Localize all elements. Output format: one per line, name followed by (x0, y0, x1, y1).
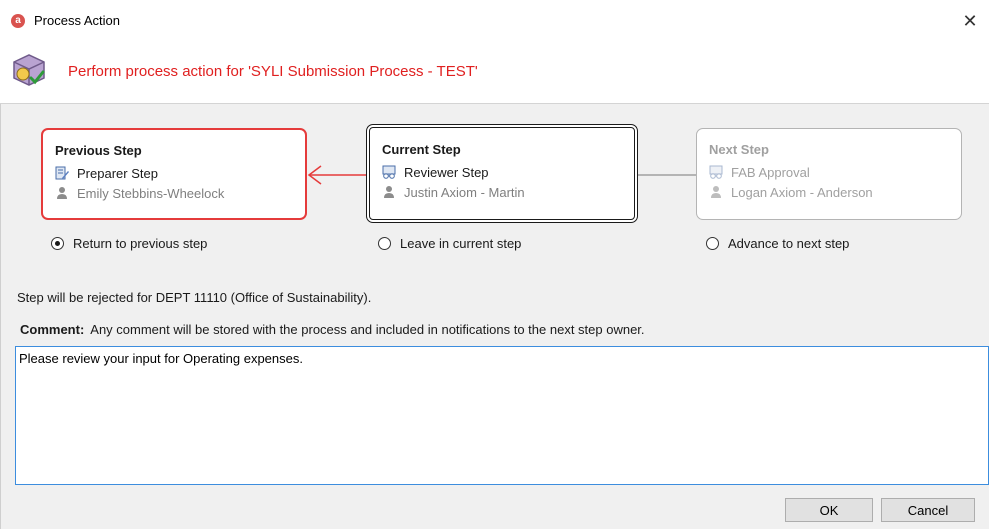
comment-label-row: Comment: Any comment will be stored with … (20, 322, 645, 337)
advance-radio[interactable] (706, 237, 719, 250)
previous-step-heading: Previous Step (55, 143, 142, 158)
previous-step-user-row: Emily Stebbins-Wheelock (55, 183, 305, 203)
previous-step-name-row: Preparer Step (55, 163, 305, 183)
edit-document-icon (55, 166, 69, 180)
leave-option-label: Leave in current step (400, 236, 522, 251)
ok-button[interactable]: OK (785, 498, 873, 522)
comment-label: Comment: (20, 322, 85, 337)
user-icon (57, 187, 67, 199)
back-arrow-connector (307, 165, 366, 185)
comment-hint: Any comment will be stored with the proc… (90, 322, 645, 337)
cancel-button[interactable]: Cancel (881, 498, 975, 522)
return-option[interactable]: Return to previous step (51, 236, 207, 251)
user-icon (711, 186, 721, 198)
process-action-icon (13, 54, 45, 86)
user-icon (384, 186, 394, 198)
current-step-heading: Current Step (382, 142, 461, 157)
leave-radio[interactable] (378, 237, 391, 250)
current-step-name-row: Reviewer Step (382, 162, 634, 182)
current-step-name: Reviewer Step (404, 164, 489, 180)
leave-option[interactable]: Leave in current step (378, 236, 521, 251)
next-step-name-row: FAB Approval (709, 162, 961, 182)
return-radio[interactable] (51, 237, 64, 250)
close-button[interactable]: ✕ (957, 8, 983, 34)
review-icon (382, 165, 396, 179)
next-step-heading: Next Step (709, 142, 769, 157)
previous-step-user: Emily Stebbins-Wheelock (77, 185, 225, 201)
header-title: Perform process action for 'SYLI Submiss… (68, 63, 478, 80)
title-bar: a Process Action ✕ (0, 0, 989, 44)
window-title: Process Action (34, 13, 120, 28)
previous-step-card[interactable]: Previous Step Preparer Step Emily Stebbi… (41, 128, 307, 220)
next-step-user: Logan Axiom - Anderson (731, 184, 873, 200)
approval-icon (709, 165, 723, 179)
current-step-card[interactable]: Current Step Reviewer Step Justin Axiom … (366, 124, 638, 223)
current-step-user: Justin Axiom - Martin (404, 184, 525, 200)
comment-input[interactable]: Please review your input for Operating e… (15, 346, 989, 485)
current-step-user-row: Justin Axiom - Martin (382, 182, 634, 202)
next-step-card[interactable]: Next Step FAB Approval Logan Axiom - And… (696, 128, 962, 220)
advance-option-label: Advance to next step (728, 236, 850, 251)
status-message: Step will be rejected for DEPT 11110 (Of… (17, 290, 372, 305)
forward-connector (638, 174, 696, 176)
next-step-name: FAB Approval (731, 164, 810, 180)
app-logo-icon: a (11, 14, 25, 28)
dialog-header: Perform process action for 'SYLI Submiss… (0, 44, 989, 104)
previous-step-name: Preparer Step (77, 165, 158, 181)
advance-option[interactable]: Advance to next step (706, 236, 849, 251)
next-step-user-row: Logan Axiom - Anderson (709, 182, 961, 202)
return-option-label: Return to previous step (73, 236, 208, 251)
